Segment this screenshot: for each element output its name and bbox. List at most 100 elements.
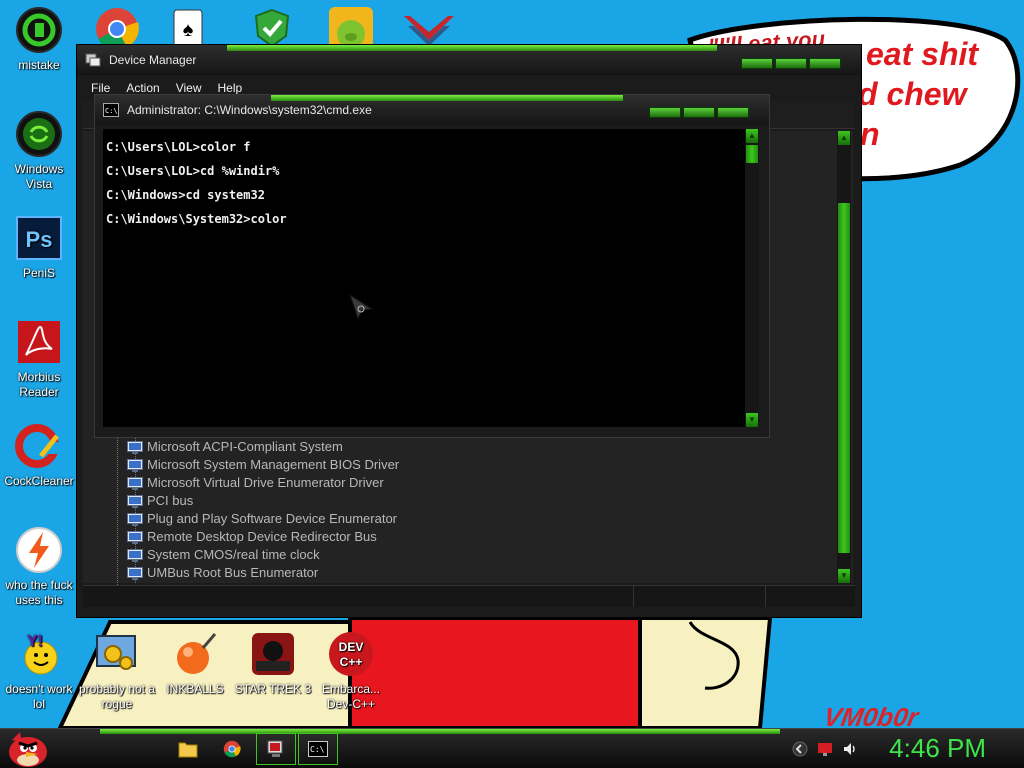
- bubble-text-line-1: eat shit: [866, 36, 979, 72]
- cmd-icon: C:\: [308, 741, 328, 757]
- scroll-down-arrow[interactable]: ▼: [838, 569, 850, 583]
- desktop-icon-label: who the fuck uses this: [5, 578, 73, 607]
- security-shield-icon: [254, 8, 290, 48]
- console-line: C:\Users\LOL>cd %windir%: [106, 164, 280, 178]
- notification-chevron-icon[interactable]: [792, 741, 808, 757]
- desktop-icon-label: CockCleaner: [4, 474, 74, 488]
- console-line: C:\Windows\System32>color: [106, 212, 287, 226]
- desktop-icon-label: INKBALLS: [166, 682, 224, 696]
- action-center-flag-icon[interactable]: [817, 741, 833, 757]
- scroll-up-arrow[interactable]: ▲: [746, 129, 758, 143]
- system-device-icon: [127, 567, 143, 580]
- bubble-text-line-3: n: [860, 116, 880, 152]
- device-tree-scrollbar[interactable]: ▲ ▼: [837, 131, 851, 583]
- device-name: PCI bus: [147, 493, 194, 508]
- list-item[interactable]: System CMOS/real time clock: [115, 546, 399, 564]
- scroll-down-arrow[interactable]: ▼: [746, 413, 758, 427]
- system-device-icon: [127, 459, 143, 472]
- scroll-thumb[interactable]: [746, 145, 758, 163]
- list-item[interactable]: Remote Desktop Device Redirector Bus: [115, 528, 399, 546]
- list-item[interactable]: Microsoft ACPI-Compliant System: [115, 438, 399, 456]
- taskbar: C:\ 4:46 PM: [0, 728, 1024, 768]
- device-name: UMBus Root Bus Enumerator: [147, 565, 319, 580]
- chrome-shortcut[interactable]: [94, 6, 142, 50]
- star-wars-icon: [252, 633, 294, 675]
- bubble-text-line-2: d chew: [858, 76, 967, 112]
- desktop-icon-yahoo[interactable]: Y! doesn't work lol: [0, 630, 78, 712]
- maximize-button[interactable]: [683, 107, 715, 118]
- window-controls: [649, 107, 749, 119]
- console-output[interactable]: C:\Users\LOL>color f C:\Users\LOL>cd %wi…: [103, 129, 747, 427]
- close-button[interactable]: [809, 58, 841, 69]
- window-title: Administrator: C:\Windows\system32\cmd.e…: [127, 103, 372, 117]
- desktop-icon-ccleaner[interactable]: CockCleaner: [0, 422, 78, 489]
- desktop-icon-label: PeniS: [22, 266, 56, 280]
- desktop-icon-winamp[interactable]: who the fuck uses this: [0, 526, 78, 608]
- minimize-button[interactable]: [649, 107, 681, 118]
- taskbar-explorer[interactable]: [168, 733, 208, 765]
- device-name: System CMOS/real time clock: [147, 547, 320, 562]
- svg-text:♠: ♠: [183, 19, 194, 41]
- window-title: Device Manager: [109, 53, 197, 67]
- console-line: C:\Users\LOL>color f: [106, 140, 251, 154]
- emblem-icon: [404, 16, 454, 46]
- system-device-icon: [127, 495, 143, 508]
- scroll-thumb[interactable]: [838, 203, 850, 553]
- solitaire-icon: ♠: [173, 9, 203, 49]
- acrobat-icon: [18, 321, 60, 363]
- desktop-icon-control-panel[interactable]: probably not a rogue: [78, 630, 156, 712]
- taskbar-device-manager[interactable]: [256, 733, 296, 765]
- desktop-icon-windows-vista[interactable]: Windows Vista: [0, 110, 78, 192]
- device-name: Microsoft System Management BIOS Driver: [147, 457, 400, 472]
- system-device-icon: [127, 513, 143, 526]
- status-bar: [83, 585, 855, 607]
- start-button[interactable]: [4, 729, 52, 768]
- control-panel-icon: [96, 635, 136, 670]
- list-item[interactable]: Plug and Play Software Device Enumerator: [115, 510, 399, 528]
- device-name: Remote Desktop Device Redirector Bus: [147, 529, 377, 544]
- list-item[interactable]: Microsoft System Management BIOS Driver: [115, 456, 399, 474]
- device-name: Plug and Play Software Device Enumerator: [147, 511, 398, 526]
- svg-text:Ps: Ps: [26, 227, 53, 252]
- taskbar-cmd[interactable]: C:\: [298, 733, 338, 765]
- desktop-icon-photoshop[interactable]: Ps PeniS: [0, 214, 78, 281]
- explorer-folder-icon: [178, 742, 198, 758]
- yahoo-messenger-icon: Y!: [24, 633, 58, 675]
- device-manager-icon: [267, 740, 283, 757]
- chrome-icon: [223, 740, 241, 758]
- recycle-bin-icon: [16, 111, 62, 157]
- volume-icon[interactable]: [842, 741, 858, 757]
- list-item[interactable]: UMBus Root Bus Enumerator: [115, 564, 399, 582]
- desktop-icon-label: Windows Vista: [14, 162, 64, 191]
- maximize-button[interactable]: [775, 58, 807, 69]
- system-device-icon: [127, 441, 143, 454]
- desktop-icon-label: mistake: [18, 58, 60, 72]
- desktop-icon-devcpp[interactable]: DEV C++ Embarca... Dev-C++: [312, 630, 390, 712]
- inkball-icon: [177, 633, 217, 674]
- angry-bird-icon: [9, 732, 47, 767]
- desktop-icon-inkball[interactable]: INKBALLS: [156, 630, 234, 697]
- desktop-icon-morbius-reader[interactable]: Morbius Reader: [0, 318, 78, 400]
- desktop-icon-label: Embarca... Dev-C++: [321, 682, 381, 711]
- scroll-up-arrow[interactable]: ▲: [838, 131, 850, 145]
- device-manager-icon: [85, 53, 101, 67]
- device-name: Microsoft Virtual Drive Enumerator Drive…: [147, 475, 384, 490]
- list-item[interactable]: PCI bus: [115, 492, 399, 510]
- ccleaner-icon: [15, 424, 59, 468]
- svg-text:C++: C++: [340, 655, 363, 669]
- device-list: Microsoft ACPI-Compliant System Microsof…: [115, 438, 399, 582]
- list-item[interactable]: Microsoft Virtual Drive Enumerator Drive…: [115, 474, 399, 492]
- cmd-window[interactable]: C:\ Administrator: C:\Windows\system32\c…: [94, 94, 770, 438]
- taskbar-chrome[interactable]: [212, 733, 252, 765]
- minimize-button[interactable]: [741, 58, 773, 69]
- desktop-icon-star-trek[interactable]: STAR TREK 3: [234, 630, 312, 697]
- system-device-icon: [127, 477, 143, 490]
- svg-text:Y!: Y!: [27, 633, 43, 650]
- desktop-icon-label: probably not a rogue: [78, 682, 156, 711]
- taskbar-clock[interactable]: 4:46 PM: [889, 733, 986, 764]
- close-button[interactable]: [717, 107, 749, 118]
- desktop-icon-mistake[interactable]: mistake: [0, 6, 78, 73]
- console-scrollbar[interactable]: ▲ ▼: [745, 129, 759, 427]
- desktop-icon-label: STAR TREK 3: [234, 682, 312, 696]
- svg-text:DEV: DEV: [339, 640, 364, 654]
